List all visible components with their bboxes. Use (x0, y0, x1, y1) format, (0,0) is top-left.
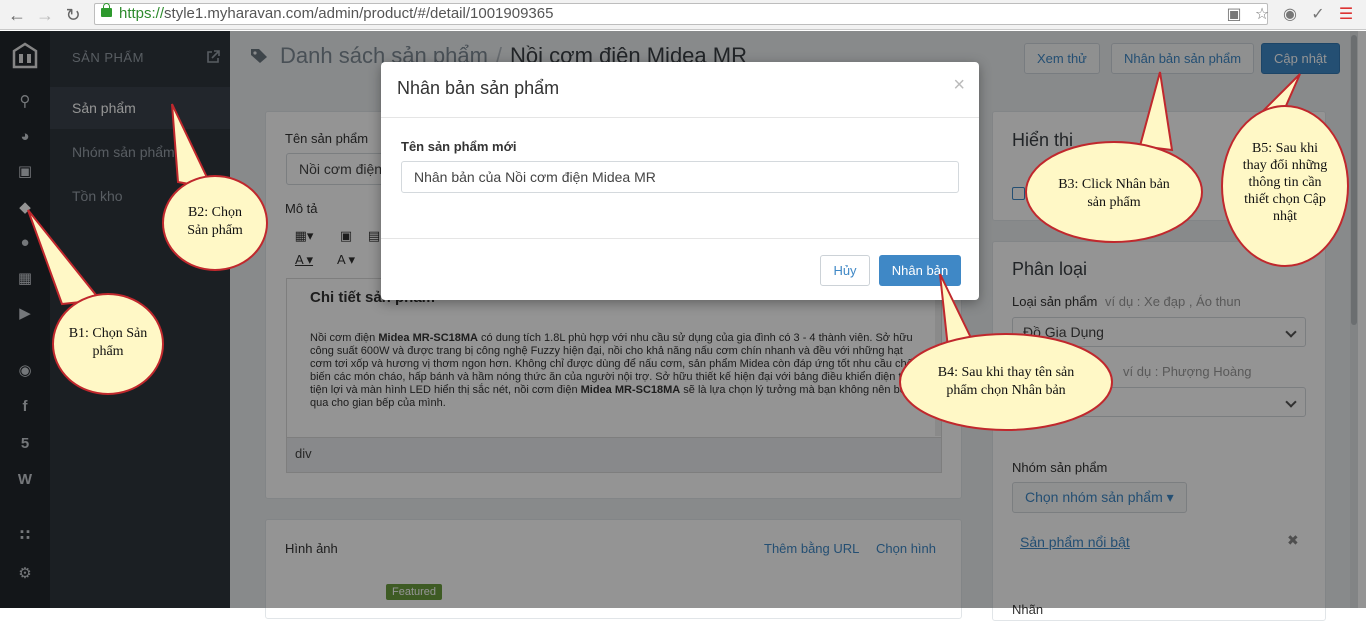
address-bar[interactable]: https://style1.myharavan.com/admin/produ… (94, 3, 1268, 25)
new-product-name-input[interactable]: Nhân bản của Nồi cơm điện Midea MR (401, 161, 959, 193)
lock-icon (101, 3, 112, 17)
back-arrow-icon[interactable]: ← (6, 4, 28, 26)
extension-camera-icon[interactable]: ◉ (1280, 5, 1300, 25)
extension-dropper-icon[interactable]: ✓ (1308, 5, 1328, 25)
url-path: style1.myharavan.com/admin/product/#/det… (164, 5, 554, 22)
cancel-button[interactable]: Hủy (820, 255, 870, 286)
modal-divider (381, 238, 979, 239)
menu-icon[interactable]: ☰ (1336, 5, 1356, 25)
modal-title: Nhân bản sản phẩm (397, 78, 560, 98)
forward-arrow-icon[interactable]: → (34, 4, 56, 26)
callout-b4-text: B4: Sau khi thay tên sản phẩm chọn Nhân b… (937, 365, 1075, 398)
callout-b3-text: B3: Click Nhân bản sản phẩm (1058, 177, 1170, 210)
browser-toolbar: ← → ↻ https://style1.myharavan.com/admin… (0, 0, 1366, 30)
translate-icon[interactable]: ▣ (1224, 5, 1244, 25)
callout-b5-text: B5: Sau khi thay đổi những thông tin cần th… (1242, 141, 1328, 224)
duplicate-confirm-button[interactable]: Nhân bản (879, 255, 961, 286)
close-icon[interactable]: × (953, 74, 965, 97)
callout-b2-text: B2: Chọn Sản phẩm (187, 205, 243, 238)
new-product-name-label: Tên sản phẩm mới (401, 139, 517, 154)
duplicate-product-modal: Nhân bản sản phẩm × Tên sản phẩm mới Nhâ… (381, 62, 979, 300)
callout-b1-text: B1: Chọn Sản phẩm (68, 326, 148, 359)
url-protocol: https:// (119, 5, 165, 22)
bookmark-star-icon[interactable]: ☆ (1252, 5, 1272, 25)
reload-icon[interactable]: ↻ (62, 4, 84, 26)
modal-divider (381, 117, 979, 118)
